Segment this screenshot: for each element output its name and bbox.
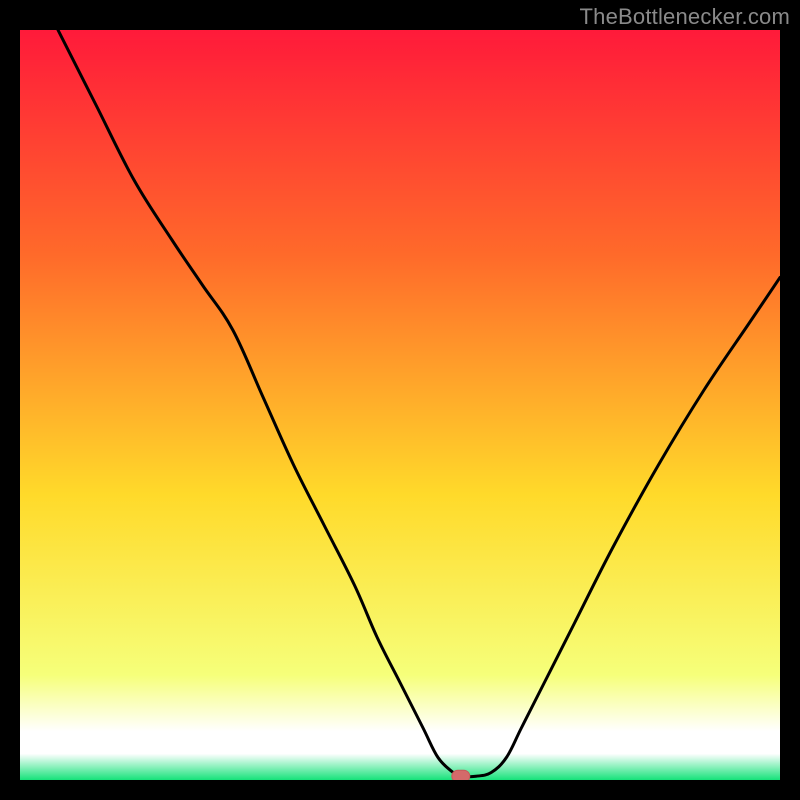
attribution-text: TheBottlenecker.com — [580, 4, 790, 30]
optimal-point-marker — [452, 770, 470, 780]
chart-background — [20, 30, 780, 780]
bottleneck-chart — [20, 30, 780, 780]
chart-svg — [20, 30, 780, 780]
chart-frame: { "attribution": "TheBottlenecker.com", … — [0, 0, 800, 800]
